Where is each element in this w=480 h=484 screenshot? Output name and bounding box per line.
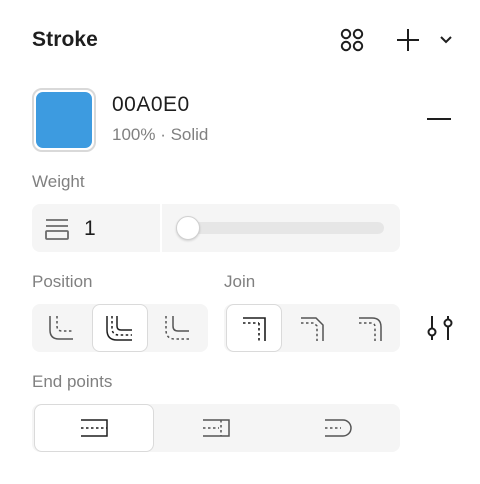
position-center-button[interactable] bbox=[92, 304, 148, 352]
join-miter-button[interactable] bbox=[226, 304, 282, 352]
join-round-button[interactable] bbox=[342, 304, 398, 352]
stroke-inside-icon bbox=[49, 316, 73, 340]
cap-none-icon bbox=[81, 419, 108, 437]
endpoint-square-button[interactable] bbox=[156, 404, 276, 452]
join-bevel-icon bbox=[301, 317, 324, 341]
hex-value[interactable]: 00A0E0 bbox=[112, 93, 190, 117]
stroke-weight-icon bbox=[44, 217, 70, 246]
weight-control: 1 bbox=[32, 204, 400, 252]
stroke-outside-icon bbox=[165, 316, 189, 340]
color-swatch[interactable] bbox=[32, 88, 96, 152]
join-label: Join bbox=[224, 272, 256, 291]
color-swatch-fill bbox=[36, 92, 92, 148]
position-label: Position bbox=[32, 272, 93, 291]
position-segmented bbox=[32, 304, 208, 352]
weight-label: Weight bbox=[32, 172, 85, 191]
join-segmented bbox=[224, 304, 400, 352]
endpoint-none-button[interactable] bbox=[34, 404, 154, 452]
endpoint-round-button[interactable] bbox=[278, 404, 398, 452]
weight-input[interactable]: 1 bbox=[84, 217, 96, 241]
position-inside-button[interactable] bbox=[34, 304, 90, 352]
endpoints-label: End points bbox=[32, 372, 113, 391]
plus-icon[interactable] bbox=[393, 25, 423, 55]
styles-grid-icon[interactable] bbox=[337, 25, 367, 55]
endpoints-segmented bbox=[32, 404, 400, 452]
position-outside-button[interactable] bbox=[150, 304, 206, 352]
minus-icon[interactable] bbox=[420, 104, 458, 134]
opacity-type-label: 100% · Solid bbox=[112, 125, 209, 144]
cap-square-icon bbox=[203, 419, 230, 437]
weight-slider-knob[interactable] bbox=[176, 216, 200, 240]
join-round-icon bbox=[359, 317, 382, 341]
cap-round-icon bbox=[325, 419, 352, 437]
join-bevel-button[interactable] bbox=[284, 304, 340, 352]
join-miter-icon bbox=[243, 317, 266, 341]
weight-divider bbox=[160, 204, 162, 252]
panel-title: Stroke bbox=[32, 28, 98, 51]
chevron-down-icon[interactable] bbox=[433, 25, 459, 55]
stroke-paint-row: 00A0E0 100% · Solid bbox=[32, 88, 460, 152]
stroke-center-icon bbox=[106, 316, 132, 341]
sliders-icon[interactable] bbox=[424, 312, 456, 344]
weight-slider-track[interactable] bbox=[178, 222, 384, 234]
